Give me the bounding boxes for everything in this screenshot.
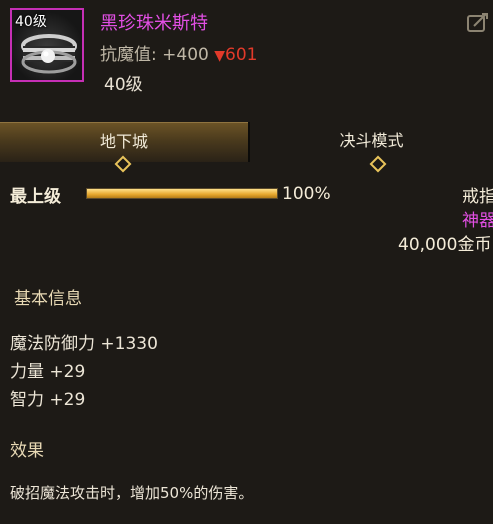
upgrade-percent: 100% xyxy=(282,184,331,204)
upgrade-progress-bar xyxy=(86,188,278,199)
stat-line: 力量 +29 xyxy=(10,362,86,382)
upgrade-level-label: 最上级 xyxy=(10,187,61,207)
item-price: 40,000金币 xyxy=(398,235,492,255)
resist-label: 抗魔值: +400 xyxy=(100,45,209,65)
down-arrow-icon: ▼ xyxy=(214,48,226,64)
ring-icon xyxy=(21,34,77,74)
effect-title: 效果 xyxy=(10,441,44,461)
item-type: 戒指 xyxy=(462,187,493,207)
stat-line: 智力 +29 xyxy=(10,390,86,410)
effect-text: 破招魔法攻击时，增加50%的伤害。 xyxy=(10,484,254,502)
basic-info-title: 基本信息 xyxy=(14,289,82,309)
tab-divider xyxy=(248,122,250,162)
edit-icon[interactable] xyxy=(466,12,490,34)
item-icon-frame[interactable]: 40级 xyxy=(10,8,84,82)
item-rarity: 神器 xyxy=(462,211,493,231)
stat-line: 魔法防御力 +1330 xyxy=(10,334,158,354)
resist-line: 抗魔值: +400 ▼601 xyxy=(100,40,257,65)
item-level-text: 40级 xyxy=(104,75,143,95)
item-name: 黑珍珠米斯特 xyxy=(100,13,208,34)
tab-pvp[interactable]: 决斗模式 xyxy=(250,122,493,162)
item-level-badge: 40级 xyxy=(15,14,47,30)
resist-down-value: 601 xyxy=(225,45,258,65)
mode-tabs: 地下城 决斗模式 xyxy=(0,122,493,162)
upgrade-progress-fill xyxy=(87,189,277,198)
resist-down: ▼601 xyxy=(214,45,257,65)
background-ghost xyxy=(240,200,400,505)
